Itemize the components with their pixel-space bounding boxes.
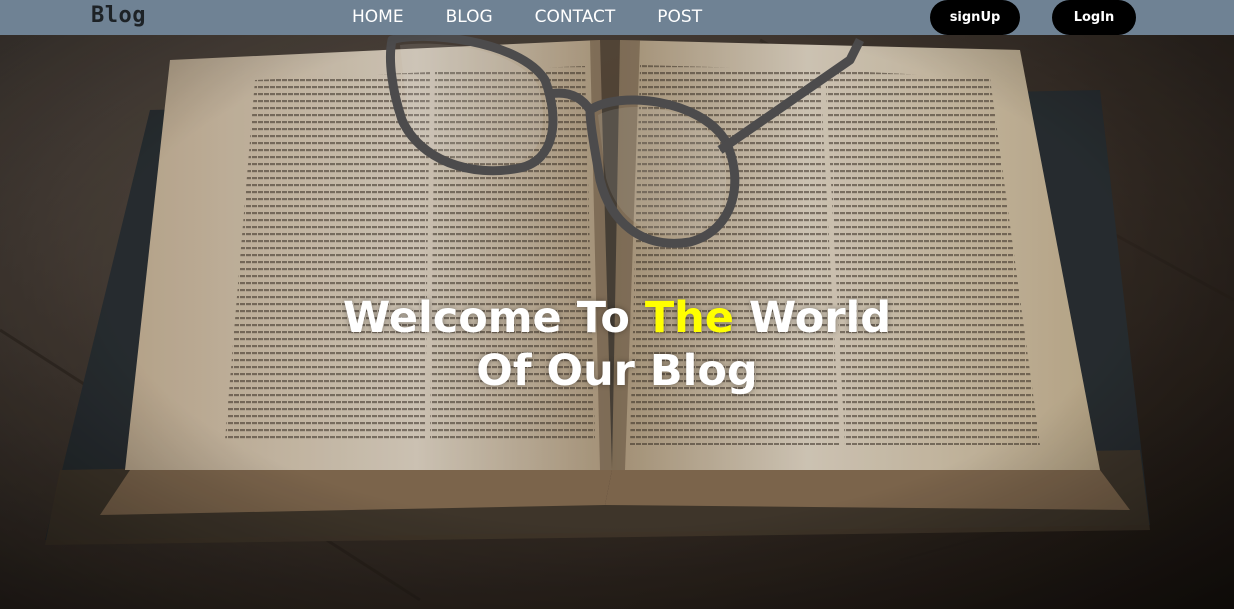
nav-link-home[interactable]: HOME [352,7,404,27]
hero-title-highlight: The [644,293,734,343]
nav-link-blog[interactable]: BLOG [446,7,493,27]
brand-logo[interactable]: Blog [91,3,146,28]
nav-links: HOME BLOG CONTACT POST [352,7,744,27]
login-button[interactable]: LogIn [1052,0,1136,35]
hero-title-part-1: Welcome To [342,293,645,343]
navbar: Blog HOME BLOG CONTACT POST signUp LogIn [0,0,1234,35]
hero-title-line-1: Welcome To The World [0,292,1234,345]
page: Blog HOME BLOG CONTACT POST signUp LogIn… [0,0,1234,609]
hero-title-part-2: World [733,293,892,343]
nav-link-contact[interactable]: CONTACT [535,7,616,27]
hero-title-line-2: Of Our Blog [476,346,758,396]
signup-button[interactable]: signUp [930,0,1020,35]
nav-link-post[interactable]: POST [657,7,702,27]
hero-title: Welcome To The World Of Our Blog [0,292,1234,398]
